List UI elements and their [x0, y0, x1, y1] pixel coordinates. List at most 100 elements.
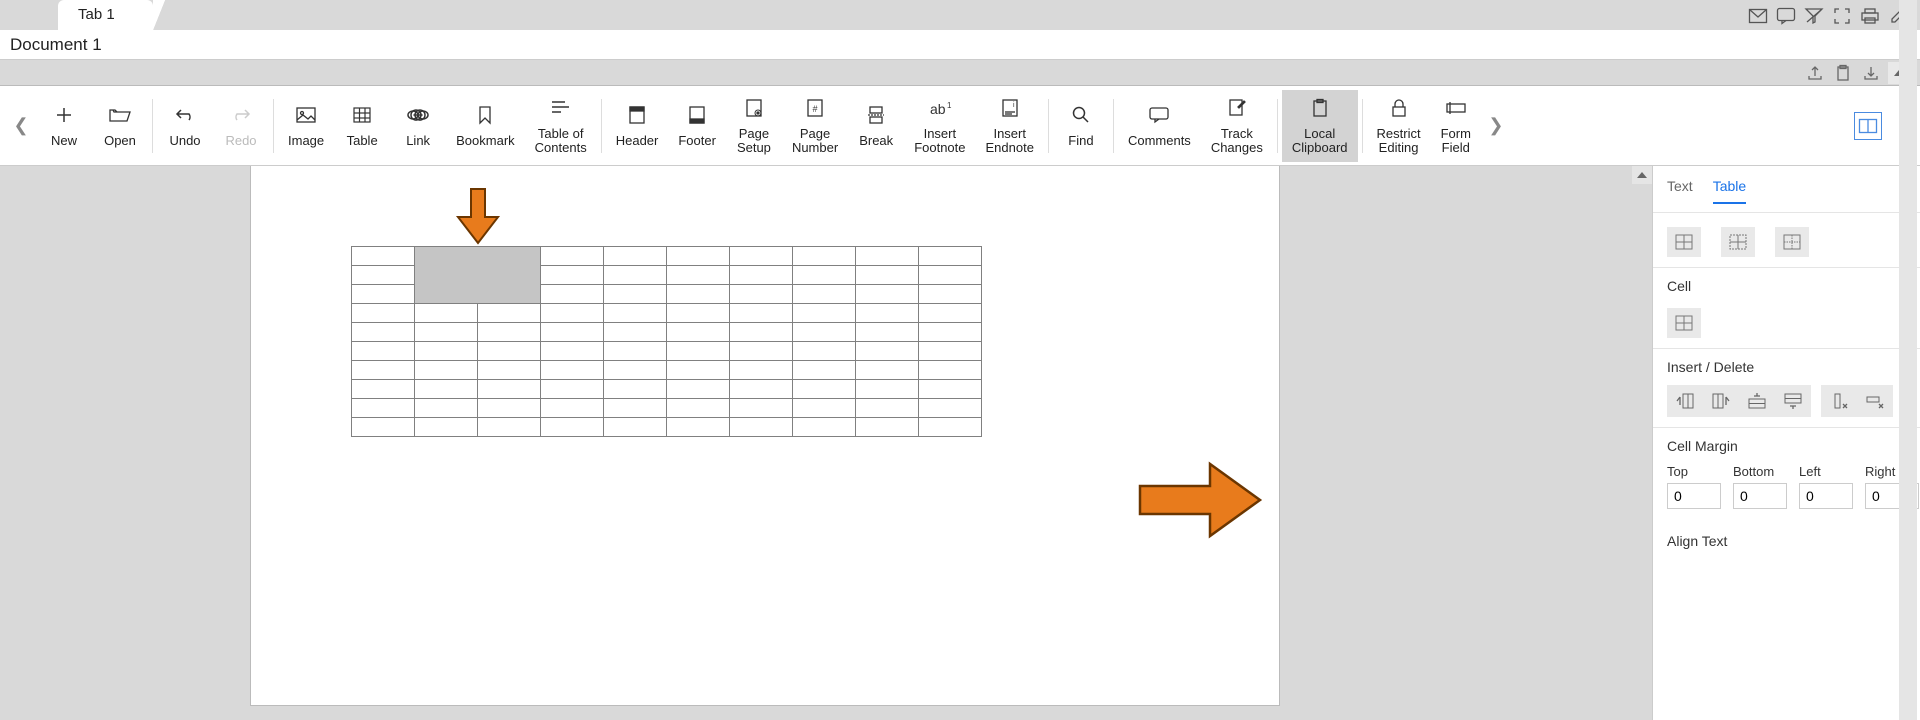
- table-cell[interactable]: [919, 361, 982, 380]
- margin-bottom-input[interactable]: [1733, 483, 1787, 509]
- tab-table[interactable]: Table: [1713, 178, 1746, 204]
- insert-column-right-icon[interactable]: [1707, 389, 1735, 413]
- content-scroll-up-button[interactable]: [1632, 166, 1652, 184]
- delete-column-icon[interactable]: [1825, 389, 1853, 413]
- table-cell[interactable]: [352, 399, 415, 418]
- table-cell[interactable]: [730, 418, 793, 437]
- table-cell[interactable]: [667, 323, 730, 342]
- local-clipboard-button[interactable]: Local Clipboard: [1282, 90, 1358, 162]
- table-cell[interactable]: [793, 361, 856, 380]
- table-cell[interactable]: [856, 399, 919, 418]
- table-border-inner-icon[interactable]: [1721, 227, 1755, 257]
- table-cell[interactable]: [856, 342, 919, 361]
- table-cell[interactable]: [667, 418, 730, 437]
- table-cell[interactable]: [856, 266, 919, 285]
- table-cell[interactable]: [604, 418, 667, 437]
- table-cell[interactable]: [919, 285, 982, 304]
- table-cell[interactable]: [667, 380, 730, 399]
- insert-endnote-button[interactable]: i Insert Endnote: [976, 90, 1044, 162]
- print-icon[interactable]: [1858, 4, 1882, 28]
- table-cell[interactable]: [352, 266, 415, 285]
- table-cell[interactable]: [541, 285, 604, 304]
- table-cell[interactable]: [352, 304, 415, 323]
- insert-row-below-icon[interactable]: [1779, 389, 1807, 413]
- find-button[interactable]: Find: [1053, 90, 1109, 162]
- table-cell[interactable]: [541, 418, 604, 437]
- tab-text[interactable]: Text: [1667, 178, 1693, 204]
- table-cell[interactable]: [541, 304, 604, 323]
- table-cell[interactable]: [604, 285, 667, 304]
- table-cell[interactable]: [856, 418, 919, 437]
- table-cell[interactable]: [478, 380, 541, 399]
- vertical-scrollbar[interactable]: [1899, 0, 1917, 720]
- table-cell[interactable]: [478, 323, 541, 342]
- filter-off-icon[interactable]: [1802, 4, 1826, 28]
- table-cell[interactable]: [919, 418, 982, 437]
- table-cell[interactable]: [667, 285, 730, 304]
- table-cell[interactable]: [415, 418, 478, 437]
- table-cell[interactable]: [415, 361, 478, 380]
- side-panel-toggle[interactable]: [1854, 112, 1882, 140]
- paste-icon[interactable]: [1832, 62, 1854, 84]
- footer-button[interactable]: Footer: [668, 90, 726, 162]
- page-setup-button[interactable]: Page Setup: [726, 90, 782, 162]
- table-cell[interactable]: [352, 323, 415, 342]
- table-cell[interactable]: [919, 323, 982, 342]
- redo-button[interactable]: Redo: [213, 90, 269, 162]
- insert-column-left-icon[interactable]: [1671, 389, 1699, 413]
- table-cell[interactable]: [667, 399, 730, 418]
- table-cell[interactable]: [667, 361, 730, 380]
- table-cell[interactable]: [730, 285, 793, 304]
- table-button[interactable]: Table: [334, 90, 390, 162]
- margin-left-input[interactable]: [1799, 483, 1853, 509]
- canvas-scroll-area[interactable]: [0, 166, 1652, 720]
- table-cell[interactable]: [793, 418, 856, 437]
- table-cell[interactable]: [856, 247, 919, 266]
- open-button[interactable]: Open: [92, 90, 148, 162]
- table-cell[interactable]: [730, 361, 793, 380]
- table-cell[interactable]: [415, 304, 478, 323]
- table-cell[interactable]: [856, 285, 919, 304]
- table-cell[interactable]: [856, 380, 919, 399]
- header-button[interactable]: Header: [606, 90, 669, 162]
- table-cell[interactable]: [919, 266, 982, 285]
- table-cell[interactable]: [352, 247, 415, 266]
- table-cell[interactable]: [541, 380, 604, 399]
- table-cell[interactable]: [478, 399, 541, 418]
- table-cell[interactable]: [730, 323, 793, 342]
- table-cell[interactable]: [919, 399, 982, 418]
- table-cell[interactable]: [415, 342, 478, 361]
- table-cell[interactable]: [667, 247, 730, 266]
- page-number-button[interactable]: # Page Number: [782, 90, 848, 162]
- table-cell[interactable]: [415, 380, 478, 399]
- table-cell[interactable]: [352, 418, 415, 437]
- table-cell[interactable]: [919, 304, 982, 323]
- merge-cells-icon[interactable]: [1667, 308, 1701, 338]
- table-cell[interactable]: [478, 342, 541, 361]
- break-button[interactable]: Break: [848, 90, 904, 162]
- table-border-all-icon[interactable]: [1667, 227, 1701, 257]
- table-border-outer-icon[interactable]: [1775, 227, 1809, 257]
- table-cell[interactable]: [415, 399, 478, 418]
- table-cell[interactable]: [352, 285, 415, 304]
- bookmark-button[interactable]: Bookmark: [446, 90, 525, 162]
- table-cell[interactable]: [730, 380, 793, 399]
- table-cell[interactable]: [667, 304, 730, 323]
- track-changes-button[interactable]: Track Changes: [1201, 90, 1273, 162]
- table-cell[interactable]: [604, 304, 667, 323]
- table-cell[interactable]: [541, 247, 604, 266]
- document-page[interactable]: [250, 166, 1280, 706]
- table-cell[interactable]: [793, 285, 856, 304]
- table-cell[interactable]: [352, 342, 415, 361]
- table-cell[interactable]: [541, 399, 604, 418]
- table-cell[interactable]: [730, 304, 793, 323]
- table-cell[interactable]: [856, 361, 919, 380]
- undo-button[interactable]: Undo: [157, 90, 213, 162]
- image-button[interactable]: Image: [278, 90, 334, 162]
- comments-button[interactable]: Comments: [1118, 90, 1201, 162]
- document-table[interactable]: [351, 246, 982, 437]
- table-cell[interactable]: [604, 399, 667, 418]
- table-cell[interactable]: [478, 361, 541, 380]
- table-cell[interactable]: [793, 342, 856, 361]
- table-cell[interactable]: [478, 418, 541, 437]
